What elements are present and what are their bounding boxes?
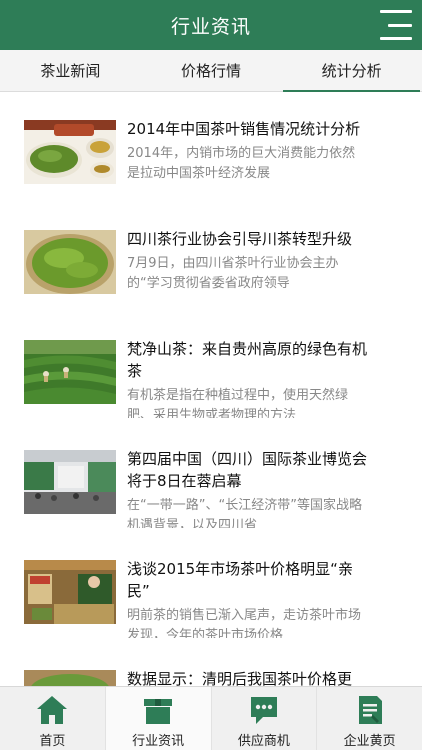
list-item[interactable]: 梵净山茶：来自贵州高原的绿色有机茶 有机茶是指在种植过程中，使用天然绿肥、采用生… [0, 340, 422, 450]
page-title: 行业资讯 [170, 15, 251, 38]
list-item[interactable]: 第四届中国（四川）国际茶业博览会将于8日在蓉启幕 在“一带一路”、“长江经济带”… [0, 450, 422, 560]
article-thumbnail [24, 560, 116, 624]
bottom-navigation: 首页 行业资讯 供应商机 企业黄页 [0, 686, 422, 750]
nav-label: 企业黄页 [343, 734, 396, 749]
chat-icon [247, 693, 281, 727]
document-icon [353, 693, 387, 727]
list-item[interactable]: 四川茶行业协会引导川茶转型升级 7月9日，由四川省茶叶行业协会主办的“学习贯彻省… [0, 230, 422, 340]
app-header: 行业资讯 [0, 0, 422, 50]
nav-label: 供应商机 [237, 734, 290, 749]
nav-label: 首页 [39, 734, 66, 749]
article-summary: 2014年，内销市场的巨大消费能力依然是拉动中国茶叶经济发展 [127, 146, 356, 181]
nav-label: 行业资讯 [132, 734, 185, 749]
article-thumbnail [24, 340, 116, 404]
category-tabs: 茶业新闻 价格行情 统计分析 [0, 50, 422, 92]
article-thumbnail [24, 230, 116, 294]
article-summary: 在“一带一路”、“长江经济带”等国家战略机遇背景，以及四川省 [127, 498, 362, 528]
article-thumbnail [24, 450, 116, 514]
tab-statistics[interactable]: 统计分析 [281, 50, 422, 92]
article-list: 2014年中国茶叶销售情况统计分析 2014年，内销市场的巨大消费能力依然是拉动… [0, 92, 422, 686]
nav-directory[interactable]: 企业黄页 [317, 687, 422, 750]
nav-supply[interactable]: 供应商机 [212, 687, 318, 750]
article-summary: 7月9日，由四川省茶叶行业协会主办的“学习贯彻省委省政府领导 [127, 256, 339, 291]
article-title: 浅谈2015年市场茶叶价格明显“亲民” [127, 560, 353, 600]
list-item[interactable]: 数据显示：清明后我国茶叶价格更 [0, 670, 422, 686]
article-title: 梵净山茶：来自贵州高原的绿色有机茶 [127, 340, 368, 380]
nav-industry-news[interactable]: 行业资讯 [105, 687, 212, 750]
list-item[interactable]: 2014年中国茶叶销售情况统计分析 2014年，内销市场的巨大消费能力依然是拉动… [0, 120, 422, 230]
home-icon [35, 693, 69, 727]
article-summary: 有机茶是指在种植过程中，使用天然绿肥、采用生物或者物理的方法 [127, 388, 349, 418]
article-title: 数据显示：清明后我国茶叶价格更 [127, 670, 353, 686]
article-thumbnail [24, 120, 116, 184]
tab-tea-news[interactable]: 茶业新闻 [0, 50, 141, 91]
article-title: 2014年中国茶叶销售情况统计分析 [127, 120, 361, 138]
article-title: 四川茶行业协会引导川茶转型升级 [127, 230, 353, 248]
menu-icon[interactable] [378, 10, 412, 40]
article-summary: 明前茶的销售已渐入尾声，走访茶叶市场发现，今年的茶叶市场价格 [127, 608, 362, 638]
article-title: 第四届中国（四川）国际茶业博览会将于8日在蓉启幕 [127, 450, 368, 490]
box-icon [141, 693, 175, 727]
list-item[interactable]: 浅谈2015年市场茶叶价格明显“亲民” 明前茶的销售已渐入尾声，走访茶叶市场发现… [0, 560, 422, 670]
article-thumbnail [24, 670, 116, 686]
tab-price-trends[interactable]: 价格行情 [141, 50, 282, 91]
nav-home[interactable]: 首页 [0, 687, 106, 750]
